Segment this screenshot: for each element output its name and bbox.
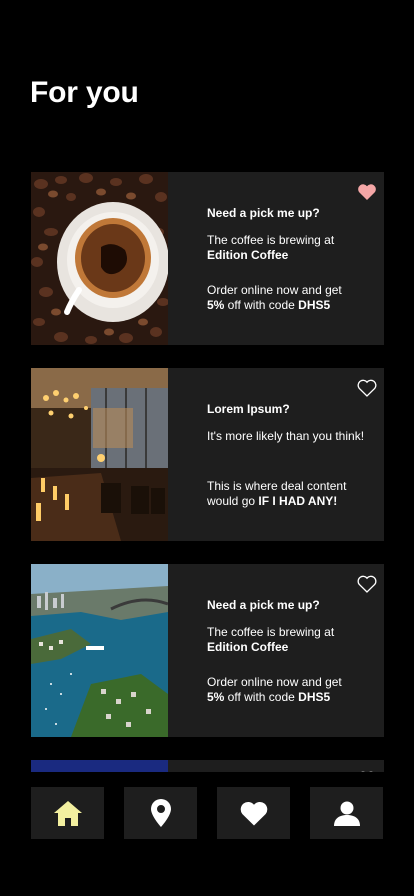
deal-card-body	[168, 760, 384, 772]
user-icon	[333, 801, 360, 826]
deal-feed[interactable]: Need a pick me up? The coffee is brewing…	[31, 172, 384, 772]
promo-code: DHS5	[298, 690, 331, 704]
sydney-harbour-image	[31, 564, 168, 737]
deal-venue: The coffee is brewing at Edition Coffee	[207, 625, 335, 654]
deal-card[interactable]: Lorem Ipsum? It's more likely than you t…	[31, 368, 384, 541]
deal-tagline: It's more likely than you think!	[207, 429, 365, 443]
tab-profile[interactable]	[310, 787, 383, 839]
tab-home[interactable]	[31, 787, 104, 839]
deal-card[interactable]	[31, 760, 384, 772]
deal-card-body: Lorem Ipsum? It's more likely than you t…	[168, 368, 384, 541]
deal-offer: This is where deal content would go IF I…	[207, 479, 347, 508]
heart-icon[interactable]	[357, 575, 377, 593]
deal-card-body: Need a pick me up? The coffee is brewing…	[168, 172, 384, 345]
venue-name: Edition Coffee	[207, 248, 289, 262]
promo-code: DHS5	[298, 298, 331, 312]
restaurant-interior-image	[31, 368, 168, 541]
deal-offer: Order online now and get 5% off with cod…	[207, 283, 342, 312]
heart-icon[interactable]	[357, 183, 377, 201]
deal-image	[31, 760, 168, 772]
page-title: For you	[30, 76, 139, 109]
deal-card-body: Need a pick me up? The coffee is brewing…	[168, 564, 384, 737]
tab-locations[interactable]	[124, 787, 197, 839]
venue-name: Edition Coffee	[207, 640, 289, 654]
deal-heading: Need a pick me up?	[207, 206, 320, 220]
deal-heading: Need a pick me up?	[207, 598, 320, 612]
bottom-tab-bar	[31, 787, 384, 839]
deal-offer: Order online now and get 5% off with cod…	[207, 675, 342, 704]
heart-icon	[240, 801, 267, 825]
deal-card[interactable]: Need a pick me up? The coffee is brewing…	[31, 564, 384, 737]
heart-icon[interactable]	[357, 771, 377, 772]
heart-icon[interactable]	[357, 379, 377, 397]
location-pin-icon	[150, 799, 171, 827]
home-icon	[53, 801, 82, 826]
tab-favorites[interactable]	[217, 787, 290, 839]
deal-heading: Lorem Ipsum?	[207, 402, 290, 416]
coffee-cup-image	[31, 172, 168, 345]
deal-card[interactable]: Need a pick me up? The coffee is brewing…	[31, 172, 384, 345]
deal-venue: The coffee is brewing at Edition Coffee	[207, 233, 335, 262]
